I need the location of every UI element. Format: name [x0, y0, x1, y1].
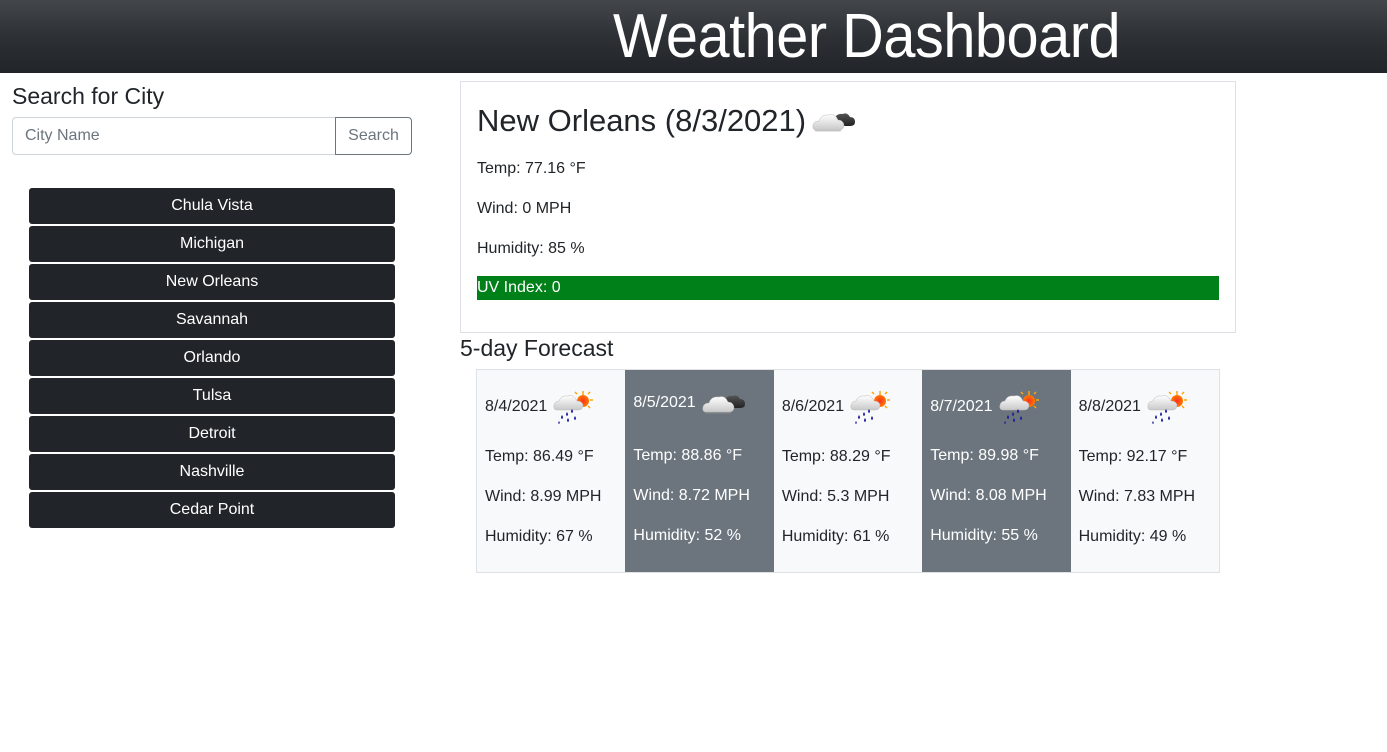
forecast-heading: 5-day Forecast — [460, 335, 614, 361]
forecast-temp: Temp: 88.29 °F — [781, 448, 891, 465]
forecast-humidity: Humidity: 52 % — [633, 527, 741, 544]
forecast-date: 8/6/2021 — [781, 398, 845, 415]
current-weather-card: New Orleans (8/3/2021) Temp: 77.16 °F Wi… — [460, 81, 1236, 333]
forecast-humidity: Humidity: 67 % — [485, 528, 593, 545]
history-city-button[interactable]: Chula Vista — [29, 188, 395, 224]
rain-sun-icon — [1147, 390, 1187, 424]
search-group: Search — [12, 117, 412, 155]
night-cloudy-icon — [812, 108, 856, 134]
history-city-button[interactable]: Cedar Point — [29, 492, 395, 528]
current-city-date: New Orleans (8/3/2021) — [477, 103, 807, 138]
history-city-button[interactable]: New Orleans — [29, 264, 395, 300]
rain-sun-icon — [850, 390, 890, 424]
search-button[interactable]: Search — [335, 117, 412, 155]
forecast-temp: Temp: 88.86 °F — [633, 447, 743, 464]
forecast-wind: Wind: 5.3 MPH — [781, 488, 890, 505]
history-city-button[interactable]: Michigan — [29, 226, 395, 262]
forecast-wind: Wind: 7.83 MPH — [1078, 488, 1196, 505]
forecast-date-row: 8/4/2021 — [485, 390, 593, 424]
forecast-date-row: 8/8/2021 — [1079, 390, 1187, 424]
forecast-date-row: 8/7/2021 — [930, 390, 1038, 424]
history-city-button[interactable]: Savannah — [29, 302, 395, 338]
forecast-date: 8/7/2021 — [930, 398, 993, 415]
forecast-humidity: Humidity: 55 % — [930, 527, 1038, 544]
forecast-wind: Wind: 8.08 MPH — [930, 487, 1047, 504]
forecast-temp: Temp: 89.98 °F — [930, 447, 1039, 464]
app-header: Weather Dashboard — [0, 0, 1387, 73]
rain-sun-icon — [999, 390, 1039, 424]
forecast-date: 8/8/2021 — [1078, 398, 1141, 415]
forecast-humidity: Humidity: 49 % — [1078, 528, 1187, 545]
forecast-date-row: 8/5/2021 — [633, 390, 745, 416]
history-city-button[interactable]: Nashville — [29, 454, 395, 490]
forecast-temp: Temp: 92.17 °F — [1078, 448, 1188, 465]
current-weather-title: New Orleans (8/3/2021) — [477, 102, 856, 140]
forecast-card: 8/8/2021 Temp: 92.17 °F Wind: 7.83 MPH H… — [1070, 370, 1220, 572]
history-city-button[interactable]: Tulsa — [29, 378, 395, 414]
city-search-input[interactable] — [12, 117, 335, 155]
night-cloudy-icon — [702, 390, 746, 416]
forecast-temp: Temp: 86.49 °F — [485, 448, 594, 465]
forecast-row: 8/4/2021 Temp: 86.49 °F Wind: 8.99 MPH H… — [476, 369, 1220, 573]
rain-sun-icon — [553, 390, 593, 424]
current-wind: Wind: 0 MPH — [477, 200, 572, 217]
forecast-card: 8/4/2021 Temp: 86.49 °F Wind: 8.99 MPH H… — [477, 370, 626, 572]
forecast-wind: Wind: 8.72 MPH — [633, 487, 750, 504]
search-history-list: Chula Vista Michigan New Orleans Savanna… — [29, 188, 395, 530]
uv-index-badge: UV Index: 0 — [477, 276, 1219, 300]
forecast-card: 8/7/2021 Temp: 89.98 °F Wind: 8.08 MPH H… — [922, 370, 1071, 572]
forecast-wind: Wind: 8.99 MPH — [485, 488, 602, 505]
current-humidity: Humidity: 85 % — [477, 240, 585, 257]
current-temp: Temp: 77.16 °F — [477, 160, 586, 177]
forecast-date-row: 8/6/2021 — [782, 390, 890, 424]
forecast-date: 8/4/2021 — [485, 398, 548, 415]
forecast-date: 8/5/2021 — [633, 394, 696, 411]
search-heading: Search for City — [12, 83, 165, 109]
forecast-card: 8/6/2021 Temp: 88.29 °F Wind: 5.3 MPH Hu… — [773, 370, 923, 572]
history-city-button[interactable]: Orlando — [29, 340, 395, 376]
app-title: Weather Dashboard — [613, 2, 1121, 71]
forecast-humidity: Humidity: 61 % — [781, 528, 890, 545]
history-city-button[interactable]: Detroit — [29, 416, 395, 452]
forecast-card: 8/5/2021 Temp: 88.86 °F Wind: 8.72 MPH H… — [625, 370, 774, 572]
